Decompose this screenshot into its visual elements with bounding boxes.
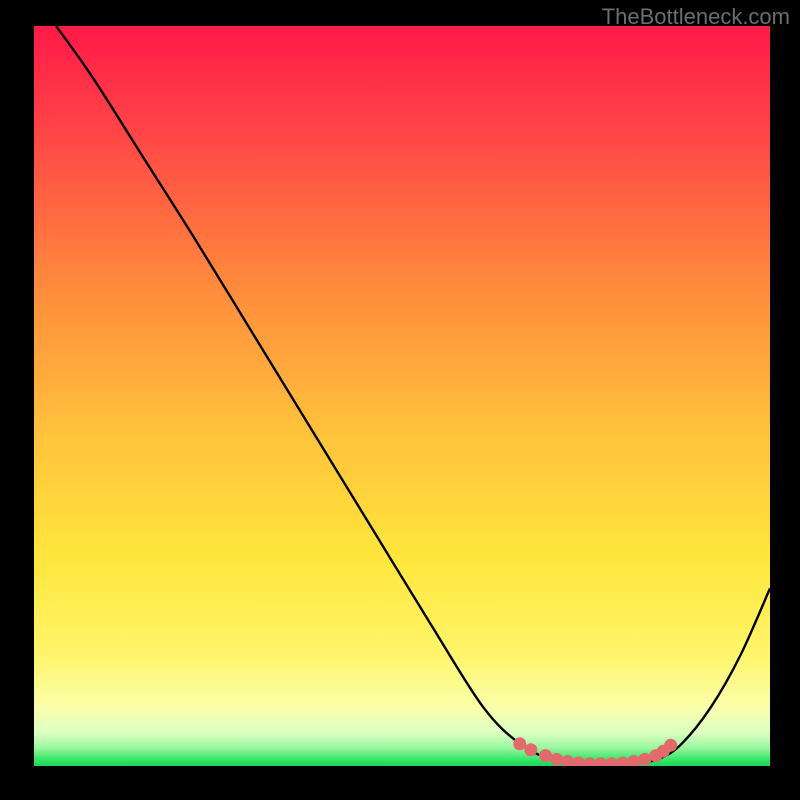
highlight-dot bbox=[524, 743, 537, 756]
highlight-dot bbox=[572, 757, 585, 766]
highlight-dot bbox=[583, 757, 596, 766]
highlight-dot bbox=[594, 757, 607, 766]
highlight-dot bbox=[664, 739, 677, 752]
highlight-dot bbox=[550, 753, 563, 766]
highlight-dot bbox=[638, 753, 651, 766]
watermark-text: TheBottleneck.com bbox=[602, 4, 790, 30]
highlight-dot bbox=[605, 757, 618, 766]
plot-area bbox=[34, 26, 770, 766]
highlight-dot bbox=[513, 737, 526, 750]
highlight-dots bbox=[34, 26, 770, 766]
highlight-dot bbox=[561, 755, 574, 766]
highlight-dot bbox=[539, 749, 552, 762]
highlight-dot bbox=[627, 755, 640, 766]
